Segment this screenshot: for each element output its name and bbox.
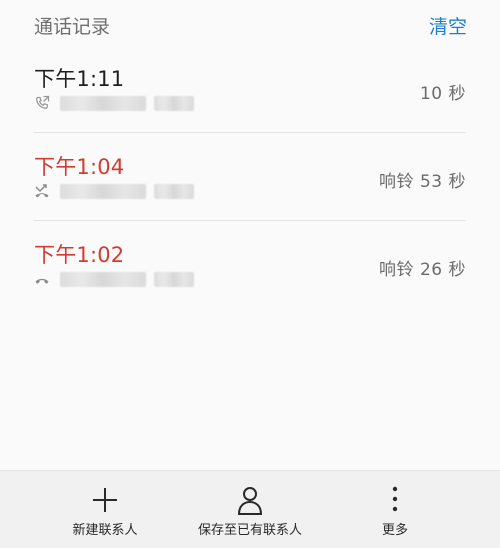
masked-location bbox=[154, 95, 194, 111]
call-duration: 10 秒 bbox=[419, 84, 466, 104]
vertical-dots-icon bbox=[378, 483, 412, 517]
masked-location bbox=[154, 183, 194, 199]
page-title: 通话记录 bbox=[34, 16, 111, 38]
save-to-existing-contact-label: 保存至已有联系人 bbox=[197, 523, 302, 538]
masked-phone-number bbox=[60, 271, 146, 287]
call-log-item[interactable]: 下午1:04 响铃 53 秒 bbox=[0, 132, 500, 220]
masked-location bbox=[154, 271, 194, 287]
masked-phone-number bbox=[60, 95, 146, 111]
more-button[interactable]: 更多 bbox=[360, 471, 430, 548]
clear-button[interactable]: 清空 bbox=[429, 12, 467, 39]
rejected-call-icon bbox=[34, 271, 50, 287]
call-time: 下午1:11 bbox=[34, 67, 125, 91]
call-log-item[interactable]: 下午1:11 10 秒 bbox=[0, 44, 500, 132]
person-icon bbox=[233, 483, 267, 517]
header: 通话记录 清空 bbox=[0, 0, 500, 50]
plus-icon bbox=[88, 483, 122, 517]
missed-call-icon bbox=[34, 183, 50, 199]
call-time: 下午1:02 bbox=[34, 243, 125, 267]
call-details bbox=[34, 270, 194, 288]
save-to-existing-contact-button[interactable]: 保存至已有联系人 bbox=[185, 471, 315, 548]
call-log-item[interactable]: 下午1:02 响铃 26 秒 bbox=[0, 220, 500, 308]
masked-phone-number bbox=[60, 183, 146, 199]
more-label: 更多 bbox=[381, 523, 408, 538]
bottom-toolbar: 新建联系人 保存至已有联系人 更多 bbox=[0, 470, 500, 548]
call-log-list: 下午1:11 10 秒 下午1:04 响铃 53 秒 下午1:02 响铃 26 … bbox=[0, 44, 500, 308]
call-details bbox=[34, 94, 194, 112]
outgoing-call-icon bbox=[34, 95, 50, 111]
new-contact-label: 新建联系人 bbox=[72, 523, 138, 538]
call-time: 下午1:04 bbox=[34, 155, 125, 179]
new-contact-button[interactable]: 新建联系人 bbox=[55, 471, 155, 548]
call-duration: 响铃 26 秒 bbox=[379, 260, 466, 280]
call-duration: 响铃 53 秒 bbox=[379, 172, 466, 192]
call-details bbox=[34, 182, 194, 200]
